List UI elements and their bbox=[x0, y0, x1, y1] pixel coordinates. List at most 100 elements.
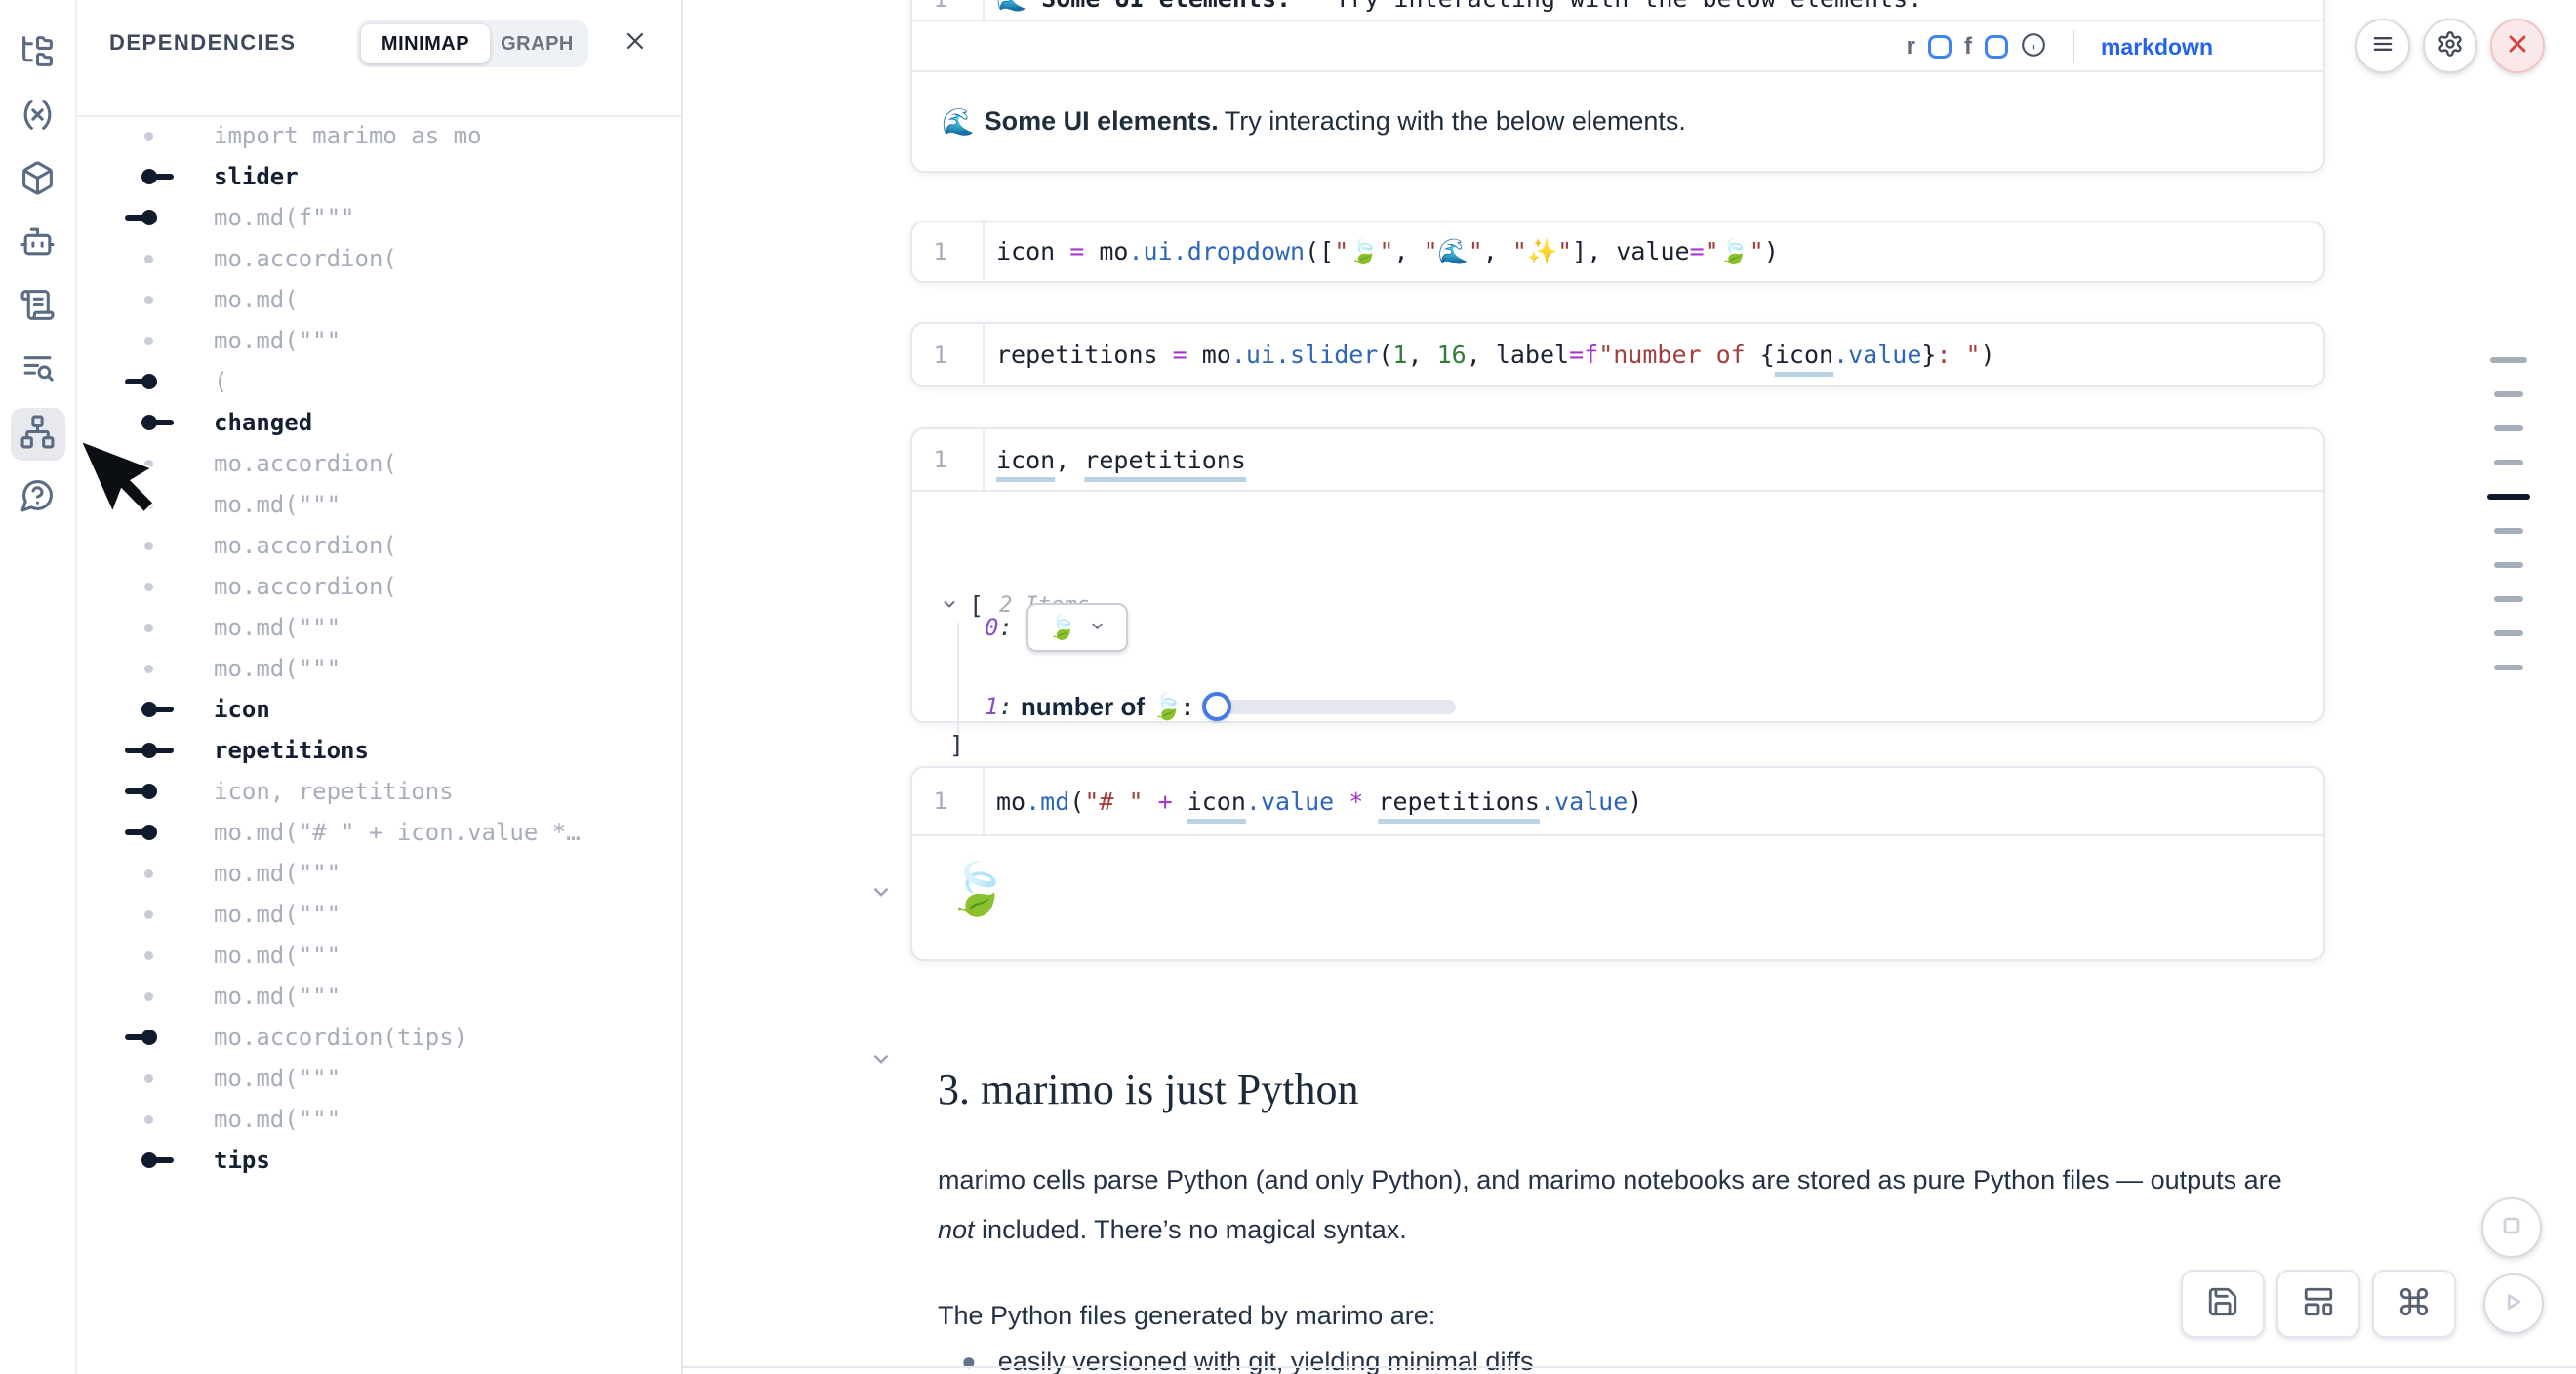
minimap-row[interactable]: repetitions bbox=[77, 730, 679, 771]
sidebar-item-logs[interactable] bbox=[11, 281, 65, 334]
reactive-checkbox[interactable] bbox=[1928, 35, 1952, 59]
minimap-row[interactable]: mo.md(""" bbox=[77, 607, 679, 648]
chevron-down-icon bbox=[1088, 617, 1107, 639]
cell1-code-editor[interactable]: 1 icon = mo.ui.dropdown(["🍃", "🌊", "✨"],… bbox=[912, 222, 2323, 281]
run-button[interactable] bbox=[2483, 1273, 2544, 1334]
outline-mark[interactable] bbox=[2494, 630, 2523, 636]
minimap-marker-dot bbox=[77, 648, 214, 689]
scroll-icon bbox=[20, 287, 56, 328]
cell2-code-editor[interactable]: 1 repetitions = mo.ui.slider(1, 16, labe… bbox=[912, 324, 2323, 385]
panel-close-button[interactable] bbox=[622, 29, 649, 57]
cell2-code-line: repetitions = mo.ui.slider(1, 16, label=… bbox=[985, 341, 1995, 369]
outline-mark[interactable] bbox=[2494, 665, 2523, 670]
language-mode-button[interactable]: markdown bbox=[2101, 34, 2213, 61]
cell0-code-editor[interactable]: 1 🌊 Some UI elements. Try interacting wi… bbox=[912, 0, 2323, 21]
notebook-menu-button[interactable] bbox=[2355, 19, 2410, 73]
collapse-section-button[interactable] bbox=[868, 1046, 894, 1071]
outline-mark[interactable] bbox=[2494, 460, 2523, 465]
cell0-config-toolbar: r f markdown bbox=[912, 23, 2323, 72]
minimap-row[interactable]: mo.accordion( bbox=[77, 566, 679, 607]
wave-emoji: 🌊 bbox=[942, 106, 975, 138]
section-heading: 3. marimo is just Python bbox=[938, 1065, 1358, 1114]
dependency-graph-icon bbox=[20, 414, 56, 455]
minimap-row[interactable]: mo.md(""" bbox=[77, 935, 679, 976]
chevron-down-icon bbox=[940, 594, 959, 618]
slider-track[interactable] bbox=[1217, 700, 1456, 714]
minimap-row[interactable]: mo.md(""" bbox=[77, 320, 679, 361]
output-text: Try interacting with the below elements. bbox=[1225, 106, 1686, 137]
icon-dropdown-widget[interactable]: 🍃 bbox=[1026, 603, 1128, 652]
outline-mark[interactable] bbox=[2494, 391, 2523, 397]
info-icon[interactable] bbox=[2021, 32, 2046, 62]
minimap-row[interactable]: changed bbox=[77, 402, 679, 443]
repetitions-slider-widget bbox=[1201, 683, 1472, 730]
minimap-row[interactable]: import marimo as mo bbox=[77, 115, 679, 156]
outline-rail bbox=[2486, 357, 2531, 670]
minimap-label: mo.md(""" bbox=[214, 901, 341, 928]
save-button[interactable] bbox=[2181, 1270, 2265, 1338]
minimap-row[interactable]: mo.md(""" bbox=[77, 648, 679, 689]
minimap-list: import marimo as moslidermo.md(f"""mo.ac… bbox=[77, 115, 679, 1181]
sidebar-item-snippets[interactable] bbox=[11, 344, 65, 397]
minimap-row[interactable]: mo.md(""" bbox=[77, 894, 679, 935]
toolbar-divider bbox=[2073, 30, 2074, 63]
minimap-row[interactable]: mo.accordion( bbox=[77, 238, 679, 279]
minimap-row[interactable]: mo.md(""" bbox=[77, 1058, 679, 1099]
minimap-label: mo.md(""" bbox=[214, 860, 341, 887]
outline-mark[interactable] bbox=[2494, 528, 2523, 534]
minimap-row[interactable]: slider bbox=[77, 156, 679, 197]
sidebar-item-dependencies[interactable] bbox=[11, 408, 65, 461]
item-key: 0: bbox=[985, 614, 1013, 641]
close-x-icon bbox=[2504, 30, 2531, 62]
minimap-row[interactable]: mo.accordion(tips) bbox=[77, 1017, 679, 1058]
sidebar-item-help[interactable] bbox=[11, 471, 65, 524]
line-number: 1 bbox=[912, 324, 985, 385]
slider-label: number of 🍃: bbox=[1021, 692, 1199, 722]
tab-graph[interactable]: GRAPH bbox=[490, 24, 584, 63]
minimap-row[interactable]: mo.md(""" bbox=[77, 853, 679, 894]
cell-markdown-ui-elements: 1 🌊 Some UI elements. Try interacting wi… bbox=[910, 0, 2325, 173]
outline-mark[interactable] bbox=[2494, 596, 2523, 602]
section-paragraph-2: The Python files generated by marimo are… bbox=[938, 1291, 2309, 1341]
sidebar-item-packages[interactable] bbox=[11, 154, 65, 207]
minimap-row[interactable]: mo.md(""" bbox=[77, 976, 679, 1017]
minimap-marker-dot bbox=[77, 935, 214, 976]
collapse-output-button[interactable] bbox=[868, 879, 894, 905]
command-palette-button[interactable] bbox=[2372, 1270, 2456, 1338]
sidebar-item-variables[interactable] bbox=[11, 91, 65, 143]
minimap-marker-both bbox=[77, 730, 214, 771]
layout-button[interactable] bbox=[2276, 1270, 2360, 1338]
shutdown-button[interactable] bbox=[2490, 19, 2545, 73]
outline-mark[interactable] bbox=[2487, 494, 2530, 500]
italic-word: not bbox=[938, 1215, 975, 1244]
minimap-row[interactable]: mo.md(""" bbox=[77, 1099, 679, 1140]
cell0-output: 🌊 Some UI elements. Try interacting with… bbox=[912, 72, 2323, 171]
minimap-row[interactable]: icon bbox=[77, 689, 679, 730]
output-tree-footer: ] bbox=[949, 731, 964, 759]
stop-button[interactable] bbox=[2481, 1197, 2542, 1258]
minimap-row[interactable]: tips bbox=[77, 1140, 679, 1181]
minimap-label: mo.accordion( bbox=[214, 450, 397, 477]
minimap-row[interactable]: mo.md( bbox=[77, 279, 679, 320]
settings-button[interactable] bbox=[2423, 19, 2477, 73]
sidebar-item-ai-assistant[interactable] bbox=[11, 218, 65, 270]
tab-minimap[interactable]: MINIMAP bbox=[361, 24, 490, 63]
minimap-row[interactable]: mo.md("# " + icon.value *… bbox=[77, 812, 679, 853]
minimap-marker-use bbox=[77, 197, 214, 238]
save-floppy-icon bbox=[2206, 1285, 2239, 1323]
minimap-row[interactable]: mo.md(f""" bbox=[77, 197, 679, 238]
outline-mark[interactable] bbox=[2490, 357, 2527, 363]
view-toggle: MINIMAP GRAPH bbox=[357, 20, 588, 67]
dependencies-panel: DEPENDENCIES MINIMAP GRAPH import marimo… bbox=[77, 0, 683, 1374]
outline-mark[interactable] bbox=[2494, 425, 2523, 431]
minimap-row[interactable]: ( bbox=[77, 361, 679, 402]
minimap-marker-use bbox=[77, 1017, 214, 1058]
sidebar-item-file-explorer[interactable] bbox=[11, 27, 65, 80]
slider-handle[interactable] bbox=[1202, 692, 1231, 721]
minimap-marker-dot bbox=[77, 566, 214, 607]
minimap-row[interactable]: icon, repetitions bbox=[77, 771, 679, 812]
format-checkbox[interactable] bbox=[1985, 35, 2008, 59]
outline-mark[interactable] bbox=[2494, 562, 2523, 568]
cell3-code-editor[interactable]: 1 icon, repetitions bbox=[912, 429, 2323, 492]
cell4-code-editor[interactable]: 1 mo.md("# " + icon.value * repetitions.… bbox=[912, 768, 2323, 836]
